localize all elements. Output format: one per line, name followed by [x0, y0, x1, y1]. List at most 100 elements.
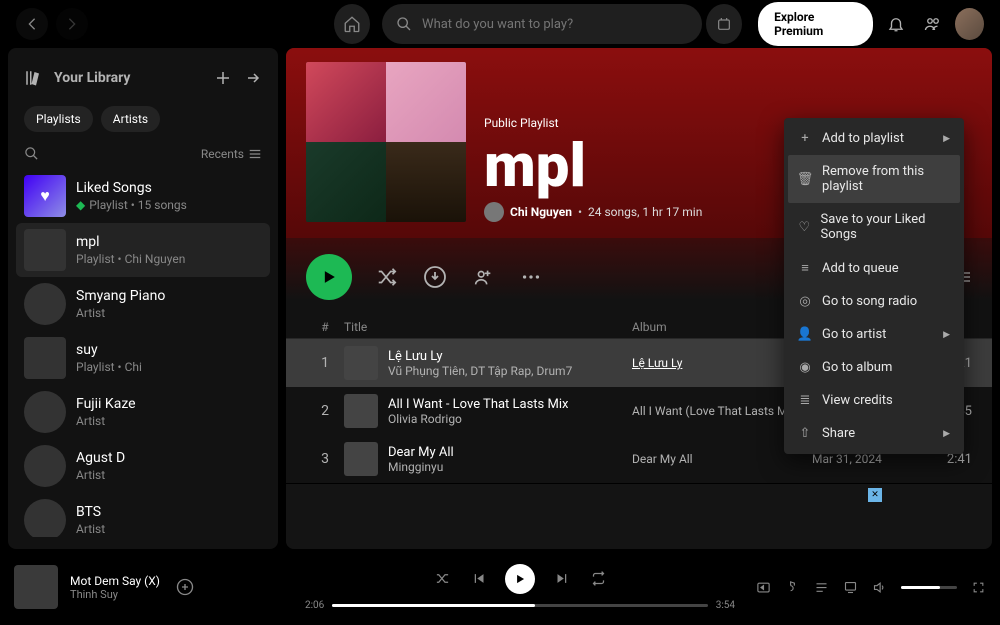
now-playing-artist[interactable]: Thinh Suy: [70, 588, 160, 601]
sidebar-item-art: [24, 283, 66, 325]
sidebar-item[interactable]: suyPlaylist • Chi: [16, 331, 270, 385]
volume-slider[interactable]: [901, 586, 957, 589]
ad-close-button[interactable]: ✕: [868, 488, 882, 502]
ctx-label: Remove from this playlist: [822, 164, 950, 194]
library-title: Your Library: [54, 70, 202, 86]
library-search-button[interactable]: [24, 146, 39, 161]
track-art: [344, 346, 378, 380]
ctx-icon: ≣: [798, 393, 812, 408]
player-shuffle-button[interactable]: [433, 570, 451, 588]
expand-library-button[interactable]: [244, 69, 262, 87]
queue-button[interactable]: [814, 579, 829, 595]
sort-button[interactable]: Recents: [201, 147, 262, 161]
sidebar-item-art: [24, 445, 66, 487]
player-next-button[interactable]: [553, 570, 571, 588]
track-name: Lệ Lưu Ly: [388, 349, 572, 364]
playlist-type: Public Playlist: [484, 116, 702, 130]
sidebar-item[interactable]: Agust DArtist: [16, 439, 270, 493]
sidebar-item-art: [24, 337, 66, 379]
ctx-item[interactable]: 🗑 Remove from this playlist: [788, 155, 960, 203]
owner-name[interactable]: Chi Nguyen: [510, 205, 572, 219]
ctx-item[interactable]: ♡ Save to your Liked Songs: [788, 203, 960, 251]
nav-forward-button[interactable]: [56, 8, 88, 40]
ctx-item[interactable]: 👤Go to artist▶: [788, 318, 960, 351]
sidebar-item-art: [24, 391, 66, 433]
ctx-icon: 🗑: [798, 172, 812, 187]
track-artist: Mingginyu: [388, 460, 454, 474]
track-index: 1: [306, 355, 344, 371]
ctx-label: Go to artist: [822, 327, 886, 342]
seek-bar[interactable]: [332, 604, 707, 607]
ctx-item[interactable]: ◉ Go to album: [788, 351, 960, 384]
download-button[interactable]: [422, 264, 448, 290]
track-index: 3: [306, 451, 344, 467]
library-icon: [24, 69, 42, 87]
browse-button[interactable]: [706, 4, 742, 44]
avatar[interactable]: [955, 8, 984, 40]
track-name: All I Want - Love That Lasts Mix: [388, 397, 568, 412]
ctx-item[interactable]: ◎Go to song radio: [788, 285, 960, 318]
now-playing-view-button[interactable]: [756, 579, 771, 595]
sidebar-item[interactable]: Fujii Kaze Artist: [16, 385, 270, 439]
track-album[interactable]: Dear My All: [632, 452, 812, 466]
sidebar-item-art: ♥: [24, 175, 66, 217]
create-playlist-button[interactable]: [214, 69, 232, 87]
now-playing-title[interactable]: Mot Dem Say (X): [70, 574, 160, 588]
fullscreen-button[interactable]: [971, 579, 986, 595]
volume-button[interactable]: [872, 579, 887, 595]
ctx-icon: ♡: [798, 220, 811, 235]
ctx-label: View credits: [822, 393, 893, 408]
explore-premium-button[interactable]: Explore Premium: [758, 2, 873, 46]
ctx-icon: ≡: [798, 260, 812, 276]
ctx-label: Save to your Liked Songs: [821, 212, 950, 242]
ctx-icon: ◉: [798, 360, 812, 375]
sidebar-item[interactable]: mplPlaylist • Chi Nguyen: [16, 223, 270, 277]
track-index: 2: [306, 403, 344, 419]
ctx-item[interactable]: +Add to playlist▶: [788, 122, 960, 155]
total-time: 3:54: [716, 600, 735, 611]
add-to-liked-button[interactable]: [176, 578, 194, 596]
player-repeat-button[interactable]: [589, 570, 607, 588]
ctx-icon: ⇧: [798, 426, 812, 441]
sidebar-item-art: [24, 499, 66, 537]
shuffle-button[interactable]: [374, 264, 400, 290]
track-artist: Olivia Rodrigo: [388, 412, 568, 426]
search-input[interactable]: [422, 17, 688, 32]
chevron-right-icon: ▶: [943, 429, 950, 439]
chip-artists[interactable]: Artists: [101, 106, 160, 132]
sidebar-item-sub: Artist: [76, 522, 105, 536]
ctx-item[interactable]: ≣ View credits: [788, 384, 960, 417]
ctx-item[interactable]: ≡ Add to queue: [788, 251, 960, 285]
col-title: Title: [344, 320, 632, 334]
chip-playlists[interactable]: Playlists: [24, 106, 93, 132]
sidebar-item-name: Fujii Kaze: [76, 396, 136, 412]
home-button[interactable]: [334, 4, 370, 44]
more-button[interactable]: [518, 264, 544, 290]
sidebar-item[interactable]: Smyang PianoArtist: [16, 277, 270, 331]
sidebar-item-sub: ◆Playlist • 15 songs: [76, 198, 187, 212]
player-play-button[interactable]: [505, 564, 535, 594]
owner-avatar[interactable]: [484, 202, 504, 222]
now-playing-art[interactable]: [14, 565, 58, 609]
play-button[interactable]: [306, 254, 352, 300]
sidebar-item[interactable]: BTSArtist: [16, 493, 270, 537]
ctx-icon: 👤: [798, 327, 812, 342]
lyrics-button[interactable]: [785, 579, 800, 595]
friends-icon[interactable]: [918, 8, 947, 40]
devices-button[interactable]: [843, 579, 858, 595]
sidebar-item-sub: Artist: [76, 414, 136, 428]
ctx-label: Add to queue: [822, 261, 899, 276]
nav-back-button[interactable]: [16, 8, 48, 40]
ctx-icon: ◎: [798, 294, 812, 309]
notifications-icon[interactable]: [881, 8, 910, 40]
sidebar-item-sub: Artist: [76, 468, 125, 482]
ctx-label: Share: [822, 426, 855, 441]
player-prev-button[interactable]: [469, 570, 487, 588]
track-art: [344, 442, 378, 476]
playlist-stats: 24 songs, 1 hr 17 min: [588, 205, 702, 219]
sidebar-item[interactable]: ♥Liked Songs◆Playlist • 15 songs: [16, 169, 270, 223]
ctx-item[interactable]: ⇧ Share ▶: [788, 417, 960, 450]
invite-button[interactable]: [470, 264, 496, 290]
ctx-label: Go to album: [822, 360, 892, 375]
search-bar[interactable]: [382, 4, 702, 44]
